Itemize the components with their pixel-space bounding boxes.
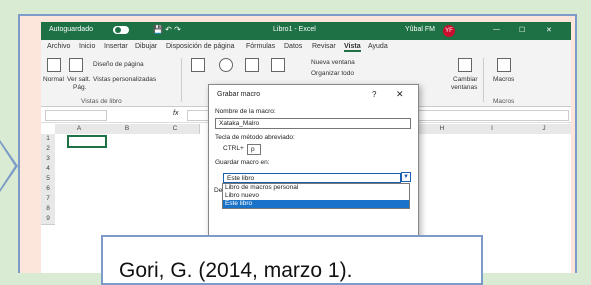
minimize-button[interactable]: — — [493, 26, 500, 33]
page-break-label: Ver salt. — [67, 76, 91, 83]
callout-pointer-inner — [0, 143, 15, 189]
menu-ayuda[interactable]: Ayuda — [368, 43, 388, 50]
menu-datos[interactable]: Datos — [284, 43, 302, 50]
chevron-down-icon[interactable]: ▼ — [401, 172, 411, 182]
name-box[interactable] — [45, 110, 107, 121]
switch-windows-label: Cambiar — [453, 76, 478, 83]
store-macro-options: Libro de macros personal Libro nuevo Est… — [222, 183, 410, 209]
option-this-workbook[interactable]: Este libro — [223, 200, 409, 208]
custom-views-button[interactable]: Vistas personalizadas — [93, 76, 156, 83]
row-header-9[interactable]: 9 — [41, 214, 55, 225]
page-layout-button[interactable]: Diseño de página — [93, 61, 144, 68]
shortcut-label: Tecla de método abreviado: — [215, 134, 295, 141]
column-header-i[interactable]: I — [467, 124, 518, 134]
citation-text: Gori, G. (2014, marzo 1). — [119, 259, 353, 282]
shortcut-input[interactable]: p — [247, 144, 261, 155]
menu-disposicion[interactable]: Disposición de página — [166, 43, 235, 50]
title-bar: Autoguardado 💾 ↶ ↷ Libro1 - Excel Yûbal … — [41, 22, 571, 40]
zoom-icon[interactable] — [219, 58, 233, 72]
autosave-toggle[interactable] — [113, 26, 129, 34]
ribbon-separator-2 — [483, 58, 484, 102]
user-name: Yûbal FM — [405, 26, 435, 33]
normal-view-icon[interactable] — [47, 58, 61, 72]
fx-icon: fx — [173, 110, 179, 117]
autosave-label: Autoguardado — [49, 26, 93, 33]
store-macro-label: Guardar macro en: — [215, 159, 270, 166]
page-break-label-2: Pág. — [73, 84, 87, 91]
menu-vista[interactable]: Vista — [344, 43, 361, 52]
zoom-selection-icon[interactable] — [271, 58, 285, 72]
macros-button-label: Macros — [493, 76, 515, 83]
close-button[interactable]: ✕ — [546, 26, 552, 34]
new-window-button[interactable]: Nueva ventana — [311, 59, 355, 66]
store-macro-select[interactable]: Este libro — [223, 173, 401, 183]
macro-name-label: Nombre de la macro: — [215, 108, 276, 115]
column-header-j[interactable]: J — [517, 124, 571, 134]
show-icon[interactable] — [191, 58, 205, 72]
ctrl-label: CTRL+ — [223, 145, 244, 152]
switch-windows-label-2: ventanas — [451, 84, 478, 91]
maximize-button[interactable]: ☐ — [519, 26, 525, 34]
workbook-views-group-label: Vistas de libro — [81, 98, 122, 105]
selected-cell[interactable] — [67, 135, 107, 148]
help-icon[interactable]: ? — [372, 90, 376, 99]
zoom-100-icon[interactable] — [245, 58, 259, 72]
user-avatar[interactable]: YF — [443, 25, 455, 37]
menu-bar: Archivo Inicio Insertar Dibujar Disposic… — [41, 40, 571, 54]
dialog-close-icon[interactable]: ✕ — [396, 89, 404, 100]
option-personal-workbook[interactable]: Libro de macros personal — [223, 184, 409, 192]
window-title: Libro1 - Excel — [273, 26, 316, 33]
menu-revisar[interactable]: Revisar — [312, 43, 336, 50]
column-header-a[interactable]: A — [55, 124, 104, 134]
ribbon-separator — [181, 58, 182, 102]
column-header-b[interactable]: B — [103, 124, 152, 134]
menu-insertar[interactable]: Insertar — [104, 43, 128, 50]
switch-windows-icon[interactable] — [458, 58, 472, 72]
macro-name-input[interactable]: Xataka_Malro — [215, 118, 411, 129]
menu-inicio[interactable]: Inicio — [79, 43, 95, 50]
dialog-title: Grabar macro — [217, 91, 261, 98]
column-header-h[interactable]: H — [417, 124, 468, 134]
menu-archivo[interactable]: Archivo — [47, 43, 70, 50]
page-break-icon[interactable] — [69, 58, 83, 72]
arrange-all-button[interactable]: Organizar todo — [311, 70, 354, 77]
column-header-c[interactable]: C — [151, 124, 200, 134]
macros-icon[interactable] — [497, 58, 511, 72]
menu-dibujar[interactable]: Dibujar — [135, 43, 157, 50]
quick-access-icons[interactable]: 💾 ↶ ↷ — [153, 25, 181, 34]
option-new-workbook[interactable]: Libro nuevo — [223, 192, 409, 200]
citation-box: Gori, G. (2014, marzo 1). — [101, 235, 483, 285]
macros-group-label: Macros — [493, 98, 515, 105]
menu-formulas[interactable]: Fórmulas — [246, 43, 275, 50]
normal-view-label: Normal — [43, 76, 64, 83]
